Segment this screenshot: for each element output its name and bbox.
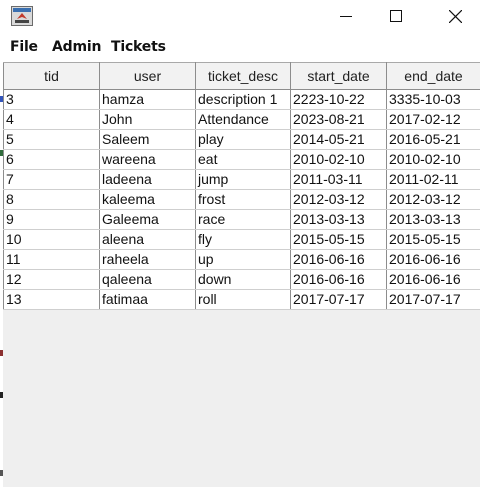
cell-ticket-desc[interactable]: description 1 [195, 89, 291, 110]
table-row[interactable]: 12 qaleena down 2016-06-16 2016-06-16 [3, 269, 480, 290]
cell-end-date[interactable]: 2016-06-16 [386, 269, 480, 290]
cell-tid[interactable]: 7 [3, 169, 100, 190]
cell-user[interactable]: John [99, 109, 196, 130]
table-header: tid user ticket_desc start_date end_date [3, 62, 480, 90]
cell-user[interactable]: Galeema [99, 209, 196, 230]
cell-user[interactable]: qaleena [99, 269, 196, 290]
table-row[interactable]: 11 raheela up 2016-06-16 2016-06-16 [3, 249, 480, 270]
cell-start-date[interactable]: 2017-07-17 [290, 289, 387, 310]
minimize-icon [340, 16, 352, 17]
cell-tid[interactable]: 3 [3, 89, 100, 110]
cell-ticket-desc[interactable]: frost [195, 189, 291, 210]
cell-end-date[interactable]: 2013-03-13 [386, 209, 480, 230]
cell-end-date[interactable]: 2015-05-15 [386, 229, 480, 250]
cell-user[interactable]: raheela [99, 249, 196, 270]
minimize-button[interactable] [323, 0, 369, 32]
cell-end-date[interactable]: 2012-03-12 [386, 189, 480, 210]
cell-start-date[interactable]: 2011-03-11 [290, 169, 387, 190]
column-header-ticket-desc[interactable]: ticket_desc [195, 62, 291, 90]
cell-start-date[interactable]: 2223-10-22 [290, 89, 387, 110]
cell-ticket-desc[interactable]: play [195, 129, 291, 150]
table-row[interactable]: 9 Galeema race 2013-03-13 2013-03-13 [3, 209, 480, 230]
table-row[interactable]: 6 wareena eat 2010-02-10 2010-02-10 [3, 149, 480, 170]
cell-start-date[interactable]: 2012-03-12 [290, 189, 387, 210]
cell-ticket-desc[interactable]: jump [195, 169, 291, 190]
cell-user[interactable]: aleena [99, 229, 196, 250]
cell-start-date[interactable]: 2016-06-16 [290, 269, 387, 290]
column-header-tid[interactable]: tid [3, 62, 100, 90]
java-app-icon [11, 6, 33, 26]
cell-end-date[interactable]: 2011-02-11 [386, 169, 480, 190]
column-header-end-date[interactable]: end_date [386, 62, 480, 90]
cell-end-date[interactable]: 2010-02-10 [386, 149, 480, 170]
cell-tid[interactable]: 9 [3, 209, 100, 230]
menu-bar: File Admin Tickets [0, 34, 480, 60]
cell-user[interactable]: ladeena [99, 169, 196, 190]
close-button[interactable] [432, 0, 478, 32]
table-row[interactable]: 5 Saleem play 2014-05-21 2016-05-21 [3, 129, 480, 150]
cell-user[interactable]: kaleema [99, 189, 196, 210]
cell-end-date[interactable]: 2016-05-21 [386, 129, 480, 150]
cell-ticket-desc[interactable]: eat [195, 149, 291, 170]
cell-ticket-desc[interactable]: down [195, 269, 291, 290]
cell-ticket-desc[interactable]: race [195, 209, 291, 230]
cell-user[interactable]: wareena [99, 149, 196, 170]
table-row[interactable]: 8 kaleema frost 2012-03-12 2012-03-12 [3, 189, 480, 210]
maximize-button[interactable] [373, 0, 419, 32]
table-row[interactable]: 7 ladeena jump 2011-03-11 2011-02-11 [3, 169, 480, 190]
cell-ticket-desc[interactable]: up [195, 249, 291, 270]
cell-tid[interactable]: 4 [3, 109, 100, 130]
cell-tid[interactable]: 11 [3, 249, 100, 270]
table-row[interactable]: 13 fatimaa roll 2017-07-17 2017-07-17 [3, 289, 480, 310]
title-bar [0, 0, 480, 34]
cell-ticket-desc[interactable]: fly [195, 229, 291, 250]
menu-tickets[interactable]: Tickets [111, 39, 166, 55]
close-icon [448, 9, 462, 23]
cell-tid[interactable]: 13 [3, 289, 100, 310]
cell-tid[interactable]: 5 [3, 129, 100, 150]
cell-end-date[interactable]: 2017-07-17 [386, 289, 480, 310]
cell-tid[interactable]: 12 [3, 269, 100, 290]
table-row[interactable]: 4 John Attendance 2023-08-21 2017-02-12 [3, 109, 480, 130]
cell-start-date[interactable]: 2016-06-16 [290, 249, 387, 270]
cell-start-date[interactable]: 2015-05-15 [290, 229, 387, 250]
cell-end-date[interactable]: 2016-06-16 [386, 249, 480, 270]
cell-start-date[interactable]: 2010-02-10 [290, 149, 387, 170]
maximize-icon [390, 10, 402, 22]
cell-user[interactable]: fatimaa [99, 289, 196, 310]
tickets-table: tid user ticket_desc start_date end_date… [3, 62, 480, 310]
cell-tid[interactable]: 10 [3, 229, 100, 250]
cell-start-date[interactable]: 2013-03-13 [290, 209, 387, 230]
cell-start-date[interactable]: 2014-05-21 [290, 129, 387, 150]
table-row[interactable]: 3 hamza description 1 2223-10-22 3335-10-03 [3, 89, 480, 110]
cell-ticket-desc[interactable]: Attendance [195, 109, 291, 130]
menu-file[interactable]: File [10, 39, 38, 55]
cell-user[interactable]: hamza [99, 89, 196, 110]
cell-tid[interactable]: 8 [3, 189, 100, 210]
cell-tid[interactable]: 6 [3, 149, 100, 170]
table-row[interactable]: 10 aleena fly 2015-05-15 2015-05-15 [3, 229, 480, 250]
cell-ticket-desc[interactable]: roll [195, 289, 291, 310]
column-header-user[interactable]: user [99, 62, 196, 90]
cell-end-date[interactable]: 2017-02-12 [386, 109, 480, 130]
cell-user[interactable]: Saleem [99, 129, 196, 150]
menu-admin[interactable]: Admin [52, 39, 101, 55]
cell-start-date[interactable]: 2023-08-21 [290, 109, 387, 130]
column-header-start-date[interactable]: start_date [290, 62, 387, 90]
cell-end-date[interactable]: 3335-10-03 [386, 89, 480, 110]
